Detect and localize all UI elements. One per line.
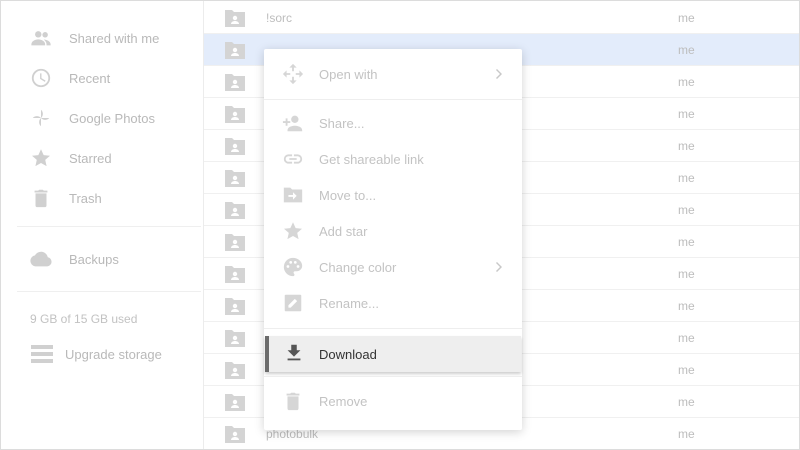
menu-item-label: Remove [319, 393, 368, 409]
partial-nav-icon [29, 1, 53, 5]
file-name: !sorc [266, 11, 293, 25]
menu-item-add-star[interactable]: Add star [264, 216, 522, 246]
upgrade-storage-link[interactable]: Upgrade storage [31, 344, 162, 364]
menu-item-label: Get shareable link [319, 151, 424, 167]
shared-folder-icon [225, 233, 245, 251]
menu-item-download[interactable]: Download [265, 336, 521, 372]
menu-item-change-color[interactable]: Change color [264, 252, 522, 282]
sidebar-item-label: Starred [69, 150, 112, 166]
menu-item-label: Move to... [319, 187, 377, 203]
menu-divider [264, 376, 522, 377]
menu-item-share[interactable]: Share... [264, 108, 522, 138]
shared-folder-icon [225, 393, 245, 411]
star-icon [29, 146, 53, 170]
people-icon [29, 26, 53, 50]
storage-bars-icon [31, 345, 65, 363]
shared-folder-icon [225, 73, 245, 91]
sidebar: Shared with me Recent Google Photos Star… [1, 1, 204, 449]
shared-folder-icon [225, 169, 245, 187]
shared-folder-icon [225, 329, 245, 347]
cloud-icon [29, 247, 53, 271]
file-owner: me [678, 267, 695, 281]
shared-folder-icon [225, 361, 245, 379]
file-owner: me [678, 139, 695, 153]
person-add-icon [282, 112, 304, 134]
shared-folder-icon [225, 265, 245, 283]
menu-divider [264, 99, 522, 100]
file-owner: me [678, 203, 695, 217]
file-owner: me [678, 171, 695, 185]
upgrade-storage-label: Upgrade storage [65, 346, 162, 362]
sidebar-item-recent[interactable]: Recent [29, 66, 110, 90]
menu-item-move-to[interactable]: Move to... [264, 180, 522, 210]
download-icon [283, 342, 305, 364]
shared-folder-icon [225, 201, 245, 219]
sidebar-item-label: Recent [69, 70, 111, 86]
sidebar-item-backups[interactable]: Backups [29, 247, 119, 271]
palette-icon [282, 256, 304, 278]
trash-icon [282, 390, 304, 412]
menu-item-label: Open with [319, 66, 378, 82]
menu-item-label: Share... [319, 115, 365, 131]
shared-folder-icon [225, 9, 245, 27]
pinwheel-icon [29, 106, 53, 130]
menu-divider [264, 328, 522, 329]
menu-item-label: Rename... [319, 295, 379, 311]
file-owner: me [678, 299, 695, 313]
shared-folder-icon [225, 105, 245, 123]
shared-folder-icon [225, 425, 245, 443]
sidebar-item-shared-with-me[interactable]: Shared with me [29, 26, 159, 50]
sidebar-item-label: Trash [69, 190, 102, 206]
menu-item-get-shareable-link[interactable]: Get shareable link [264, 144, 522, 174]
clock-icon [29, 66, 53, 90]
drive-window: Shared with me Recent Google Photos Star… [0, 0, 800, 450]
file-owner: me [678, 107, 695, 121]
link-icon [282, 148, 304, 170]
sidebar-item-starred[interactable]: Starred [29, 146, 112, 170]
trash-icon [29, 186, 53, 210]
menu-item-remove[interactable]: Remove [264, 386, 522, 416]
shared-folder-icon [225, 137, 245, 155]
file-owner: me [678, 235, 695, 249]
move-arrows-icon [282, 63, 304, 85]
sidebar-divider [17, 226, 201, 227]
chevron-right-icon [494, 67, 506, 81]
sidebar-item-label: Backups [69, 251, 119, 267]
sidebar-divider [17, 291, 201, 292]
menu-item-label: Add star [319, 223, 368, 239]
file-owner: me [678, 427, 695, 441]
file-owner: me [678, 75, 695, 89]
sidebar-item-google-photos[interactable]: Google Photos [29, 106, 155, 130]
chevron-right-icon [494, 260, 506, 274]
menu-item-open-with[interactable]: Open with [264, 59, 522, 89]
menu-item-label: Download [319, 346, 377, 362]
menu-item-label: Change color [319, 259, 397, 275]
file-owner: me [678, 331, 695, 345]
file-owner: me [678, 43, 695, 57]
sidebar-item-trash[interactable]: Trash [29, 186, 102, 210]
rename-pencil-icon [282, 292, 304, 314]
file-owner: me [678, 395, 695, 409]
sidebar-item-label: Shared with me [69, 30, 160, 46]
menu-item-rename[interactable]: Rename... [264, 288, 522, 318]
storage-usage-text: 9 GB of 15 GB used [30, 312, 138, 326]
file-owner: me [678, 11, 695, 25]
folder-move-icon [282, 184, 304, 206]
shared-folder-icon [225, 41, 245, 59]
shared-folder-icon [225, 297, 245, 315]
sidebar-item-label: Google Photos [69, 110, 156, 126]
context-menu: Open with Share... Get shareable link Mo… [264, 49, 522, 430]
file-owner: me [678, 363, 695, 377]
file-row[interactable]: !sorc me [204, 2, 799, 34]
star-icon [282, 220, 304, 242]
